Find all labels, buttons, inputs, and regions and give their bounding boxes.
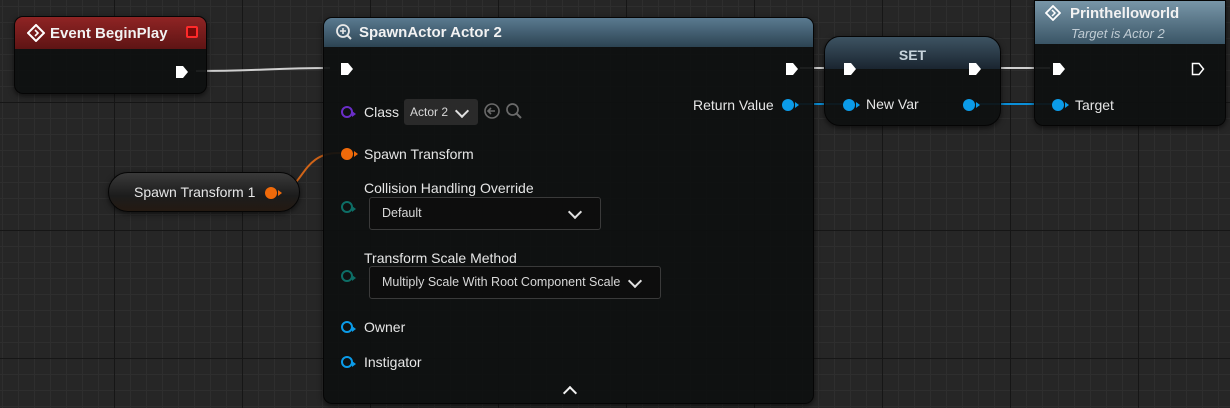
event-title: Event BeginPlay <box>50 25 168 42</box>
exec-out-pin[interactable] <box>785 62 799 76</box>
exec-out-pin[interactable] <box>1191 62 1205 76</box>
new-var-in-pin[interactable] <box>843 99 860 111</box>
new-var-out-pin[interactable] <box>963 99 980 111</box>
browse-search-icon[interactable] <box>505 102 523 120</box>
exec-in-pin[interactable] <box>1052 62 1066 76</box>
exec-wire-beginplay-spawn[interactable] <box>195 67 331 72</box>
scale-method-value: Multiply Scale With Root Component Scale <box>382 275 621 289</box>
chevron-down-icon <box>454 103 470 119</box>
scale-method-dropdown[interactable]: Multiply Scale With Root Component Scale <box>369 266 661 299</box>
spawn-transform-pin[interactable] <box>341 148 358 160</box>
target-label: Target <box>1075 97 1114 113</box>
event-beginplay-node[interactable]: Event BeginPlay <box>14 16 207 94</box>
transform-out-pin[interactable] <box>265 187 282 199</box>
collapse-advanced-chevron-up-icon[interactable] <box>562 385 578 401</box>
chevron-down-icon <box>567 204 583 220</box>
return-value-pin[interactable] <box>782 99 799 111</box>
exec-in-pin[interactable] <box>843 62 857 76</box>
use-selected-arrow-icon[interactable] <box>483 102 501 120</box>
owner-pin[interactable] <box>341 321 356 333</box>
spawn-actor-header: SpawnActor Actor 2 <box>324 18 813 47</box>
set-title: SET <box>898 47 927 63</box>
owner-label: Owner <box>364 319 406 335</box>
scale-method-label: Transform Scale Method <box>364 250 517 266</box>
return-value-label: Return Value <box>693 97 774 113</box>
class-pin[interactable] <box>341 106 356 118</box>
spawn-actor-icon <box>336 24 352 40</box>
function-diamond-icon <box>1045 5 1061 21</box>
event-diamond-icon <box>27 24 45 42</box>
new-var-label: New Var <box>866 96 919 112</box>
spawn-actor-title: SpawnActor Actor 2 <box>359 24 502 41</box>
collision-handling-label: Collision Handling Override <box>364 180 534 196</box>
print-title: Printhelloworld <box>1070 5 1180 22</box>
class-label: Class <box>364 104 400 120</box>
exec-in-pin[interactable] <box>340 62 354 76</box>
set-variable-node[interactable]: SET New Var <box>824 36 1001 126</box>
spawn-actor-node[interactable]: SpawnActor Actor 2 Class Actor 2 Return … <box>323 17 814 404</box>
event-header: Event BeginPlay <box>15 17 206 49</box>
collision-handling-dropdown[interactable]: Default <box>369 197 601 230</box>
target-pin[interactable] <box>1052 99 1069 111</box>
instigator-label: Instigator <box>364 354 422 370</box>
chevron-down-icon <box>627 273 643 289</box>
class-dropdown[interactable]: Actor 2 <box>404 99 478 125</box>
spawn-transform-var-label: Spawn Transform 1 <box>134 184 256 200</box>
print-subtitle: Target is Actor 2 <box>1071 26 1165 41</box>
class-dropdown-value: Actor 2 <box>410 105 449 119</box>
spawn-transform-variable-node[interactable]: Spawn Transform 1 <box>108 172 300 212</box>
exec-out-pin[interactable] <box>968 62 982 76</box>
delegate-pin-icon[interactable] <box>186 26 198 38</box>
instigator-pin[interactable] <box>341 356 356 368</box>
spawn-transform-label: Spawn Transform <box>364 146 474 162</box>
scale-method-pin[interactable] <box>341 270 356 282</box>
collision-handling-pin[interactable] <box>341 201 356 213</box>
print-header: Printhelloworld Target is Actor 2 <box>1035 1 1225 44</box>
collision-handling-value: Default <box>382 206 422 220</box>
printhelloworld-node[interactable]: Printhelloworld Target is Actor 2 Target <box>1034 0 1226 126</box>
exec-out-pin[interactable] <box>175 65 189 79</box>
